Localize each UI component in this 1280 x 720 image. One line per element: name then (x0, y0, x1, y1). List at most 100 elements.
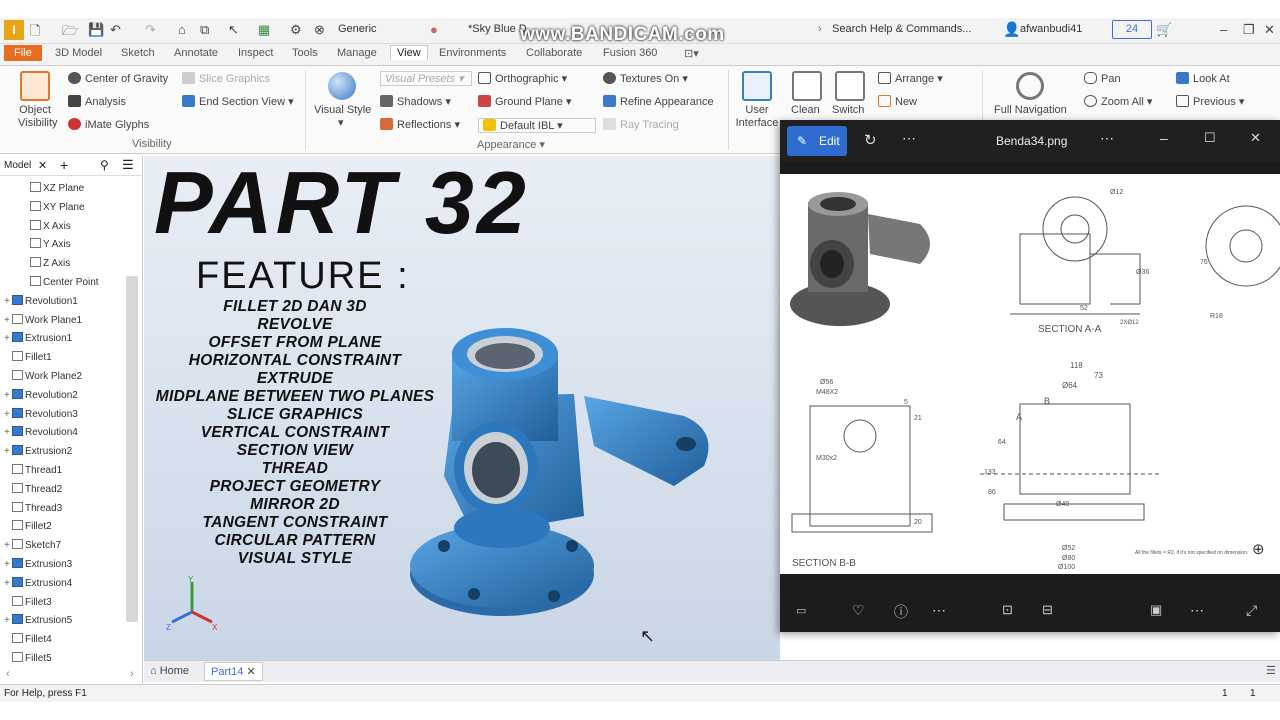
browser-node[interactable]: Center Point (22, 276, 99, 288)
visual-search-icon[interactable]: ⊡ (1002, 602, 1013, 618)
edit-button[interactable]: ✎ Edit (787, 126, 847, 156)
textures-button[interactable]: Textures On ▾ (603, 72, 688, 85)
visual-presets-dropdown[interactable]: Visual Presets ▾ (380, 71, 472, 86)
browser-node[interactable]: Fillet1 (4, 351, 52, 363)
expand-icon[interactable]: + (4, 315, 12, 326)
ground-plane-button[interactable]: Ground Plane ▾ (478, 95, 571, 108)
look-at-button[interactable]: Look At (1176, 72, 1230, 85)
imate-glyphs-button[interactable]: iMate Glyphs (68, 118, 149, 131)
add-tab-icon[interactable]: + (60, 157, 68, 173)
browser-node[interactable]: XY Plane (22, 200, 85, 213)
browser-node[interactable]: Thread1 (4, 464, 62, 476)
browser-node[interactable]: + Sketch7 (4, 539, 61, 551)
tab-inspect[interactable]: Inspect (238, 47, 273, 59)
switch-window-button[interactable]: Switch (832, 104, 864, 116)
restore-icon[interactable]: ❐ (1243, 22, 1255, 38)
object-visibility-button[interactable]: Object Visibility (18, 104, 58, 130)
expand-icon[interactable]: + (4, 559, 12, 570)
select-icon[interactable]: ↖ (228, 22, 239, 38)
open-file-icon[interactable]: 🗁 (62, 22, 78, 44)
user-interface-button[interactable]: User Interface (734, 104, 780, 130)
home-icon[interactable]: ⌂ (178, 22, 186, 37)
scroll-left-icon[interactable]: ‹ (6, 668, 10, 680)
ribbon-options-icon[interactable]: ⊡▾ (684, 47, 699, 60)
ray-tracing-button[interactable]: Ray Tracing (603, 118, 679, 131)
expand-icon[interactable]: + (4, 296, 12, 307)
redo-icon[interactable]: ↷ (145, 22, 156, 38)
expand-icon[interactable]: + (4, 540, 12, 551)
filmstrip-icon[interactable]: ▭ (796, 604, 806, 617)
scan-text-icon[interactable]: ⊟ (1042, 602, 1053, 618)
tab-collaborate[interactable]: Collaborate (526, 47, 582, 59)
minimize-icon[interactable]: – (1220, 22, 1227, 37)
browser-node[interactable]: + Revolution2 (4, 388, 78, 401)
browser-node[interactable]: Thread3 (4, 501, 62, 514)
previous-view-button[interactable]: Previous ▾ (1176, 95, 1244, 108)
new-window-button[interactable]: New (878, 95, 917, 108)
material-dropdown[interactable]: Generic (338, 23, 377, 35)
browser-node[interactable]: + Revolution3 (4, 407, 78, 420)
measure-icon[interactable]: ▦ (258, 22, 270, 38)
expand-icon[interactable]: + (4, 390, 12, 401)
info-icon[interactable]: ⓘ (894, 602, 908, 622)
inventor-logo-icon[interactable]: I (4, 20, 24, 40)
end-section-view-button[interactable]: End Section View ▾ (182, 95, 294, 108)
properties-icon[interactable]: ⚙ (290, 22, 302, 38)
browser-node[interactable]: + Revolution1 (4, 294, 78, 307)
clear-icon[interactable]: ⊗ (314, 22, 325, 38)
part-tab[interactable]: Part14 ✕ (204, 662, 263, 681)
appearance-icon[interactable]: ● (430, 22, 438, 37)
home-tab[interactable]: ⌂ Home (150, 665, 189, 677)
minimize-icon[interactable]: – (1160, 130, 1168, 146)
reflections-button[interactable]: Reflections ▾ (380, 118, 460, 131)
shadows-button[interactable]: Shadows ▾ (380, 95, 451, 108)
maximize-icon[interactable]: ☐ (1204, 130, 1216, 146)
browser-node[interactable]: Work Plane2 (4, 370, 82, 382)
expand-icon[interactable]: + (4, 409, 12, 420)
analysis-button[interactable]: Analysis (68, 95, 126, 108)
browser-scrollbar[interactable] (126, 276, 138, 622)
browser-node[interactable]: + Revolution4 (4, 426, 78, 438)
center-of-gravity-button[interactable]: Center of Gravity (68, 72, 168, 85)
expand-icon[interactable]: + (4, 615, 12, 626)
search-help-input[interactable]: Search Help & Commands... (832, 23, 971, 35)
arrange-button[interactable]: Arrange ▾ (878, 72, 943, 85)
browser-node[interactable]: Z Axis (22, 257, 70, 269)
browser-node[interactable]: Fillet4 (4, 633, 52, 645)
new-file-icon[interactable]: 🗋 (30, 22, 40, 44)
tab-manage[interactable]: Manage (337, 47, 377, 59)
rotate-icon[interactable]: ↻ (864, 131, 877, 149)
browser-node[interactable]: + Extrusion2 (4, 445, 72, 457)
expand-icon[interactable]: + (4, 578, 12, 589)
browser-node[interactable]: Y Axis (22, 238, 71, 250)
menu-icon[interactable]: ☰ (1266, 664, 1276, 677)
tab-3d-model[interactable]: 3D Model (55, 47, 102, 59)
close-icon[interactable]: ✕ (246, 666, 255, 678)
favorite-icon[interactable]: ♡ (852, 602, 865, 619)
ibl-dropdown[interactable]: Default IBL ▾ (478, 118, 596, 133)
clean-screen-button[interactable]: Clean (791, 104, 820, 116)
tab-fusion-360[interactable]: Fusion 360 (603, 47, 657, 59)
close-icon[interactable]: ✕ (38, 159, 47, 172)
update-icon[interactable]: ⧉ (200, 22, 209, 38)
tab-view[interactable]: View (390, 45, 428, 60)
browser-node[interactable]: X Axis (22, 219, 71, 232)
expand-icon[interactable]: + (4, 446, 12, 457)
fullscreen-icon[interactable]: ⤢ (1246, 602, 1257, 619)
tab-annotate[interactable]: Annotate (174, 47, 218, 59)
browser-node[interactable]: + Extrusion5 (4, 614, 72, 626)
more-icon[interactable]: ⋯ (932, 602, 946, 619)
visual-style-button[interactable]: Visual Style (314, 104, 371, 116)
close-icon[interactable]: ✕ (1250, 130, 1261, 146)
browser-node[interactable]: Thread2 (4, 482, 62, 495)
tab-environments[interactable]: Environments (439, 47, 506, 59)
save-icon[interactable]: 💾 (88, 22, 104, 38)
tab-tools[interactable]: Tools (292, 47, 318, 59)
fit-view-icon[interactable]: ▣ (1150, 602, 1162, 618)
tab-file[interactable]: File (4, 45, 42, 61)
scroll-right-icon[interactable]: › (130, 668, 134, 680)
more-options-icon[interactable]: ⋯ (1190, 602, 1204, 619)
pan-button[interactable]: Pan (1084, 72, 1121, 85)
close-icon[interactable]: ✕ (1264, 22, 1275, 38)
user-account[interactable]: afwanbudi41 (1020, 23, 1082, 35)
